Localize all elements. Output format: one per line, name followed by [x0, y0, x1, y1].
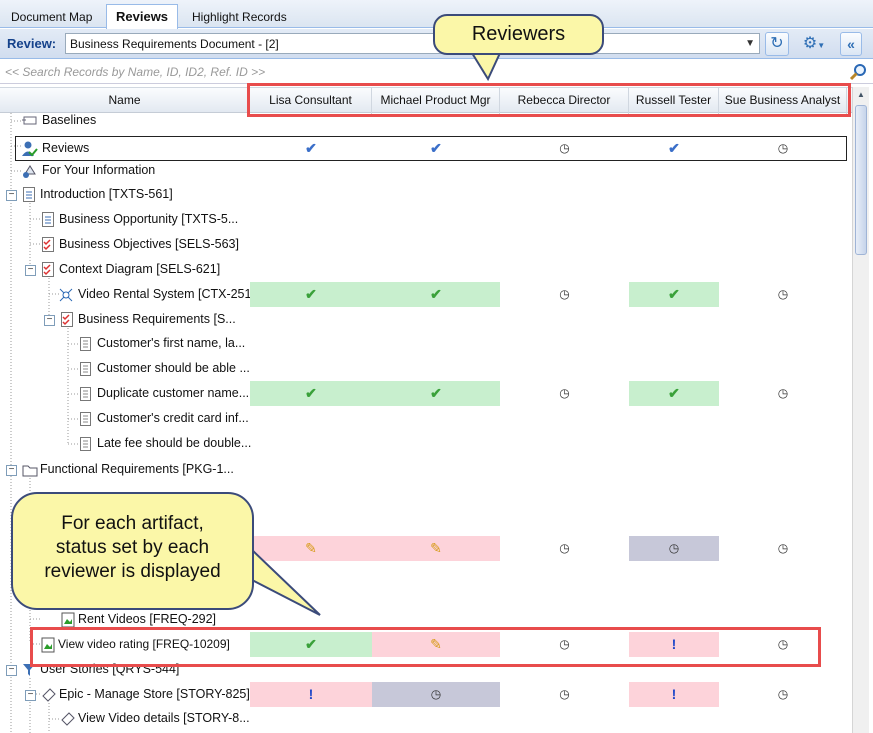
callout-line: status set by each: [55, 537, 210, 558]
status-callout: For each artifact, status set by each re…: [11, 492, 254, 610]
callout-pointers: [248, 51, 502, 616]
callout-line: reviewer is displayed: [44, 561, 221, 582]
reviewers-callout: Reviewers: [433, 14, 604, 55]
callout-line: For each artifact,: [61, 513, 204, 534]
